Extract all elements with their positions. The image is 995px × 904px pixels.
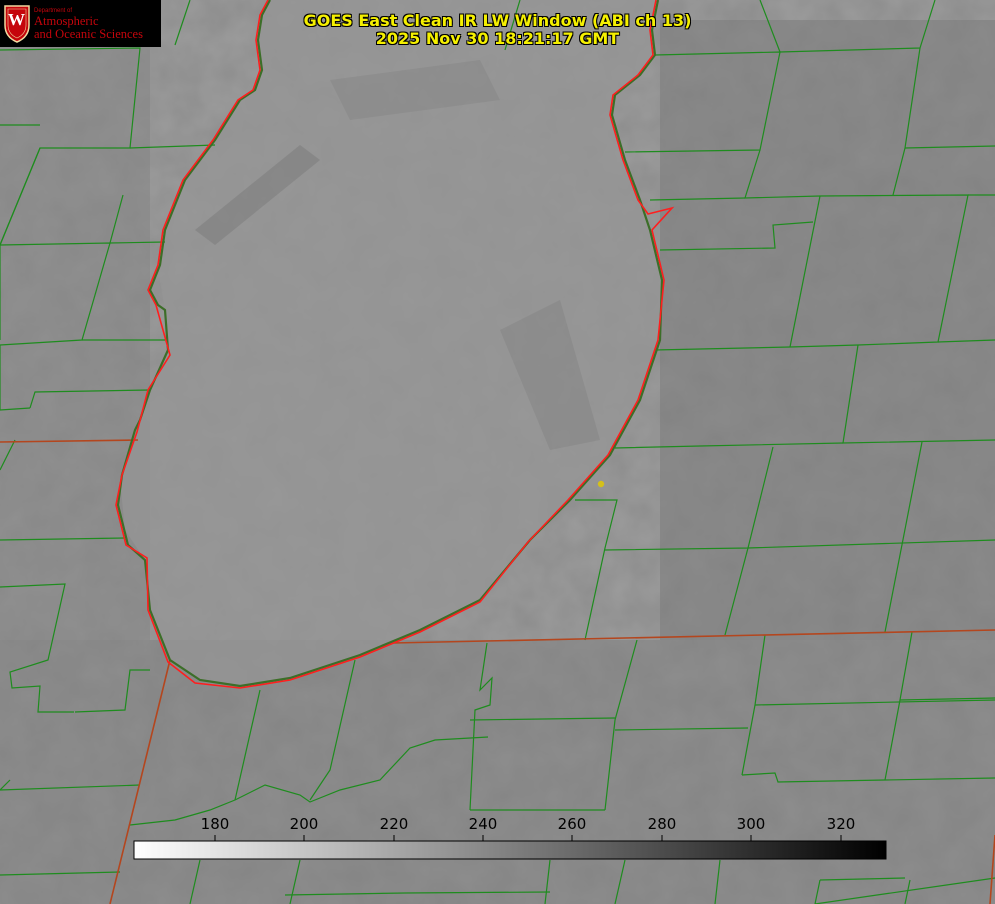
aos-logo: W Department of Atmospheric and Oceanic …	[0, 0, 161, 47]
colorbar-tick-label: 260	[557, 815, 587, 833]
uw-crest-letter: W	[8, 10, 25, 29]
colorbar-tick-label: 300	[736, 815, 766, 833]
location-dot-icon	[597, 480, 605, 488]
colorbar	[133, 840, 887, 860]
colorbar-tick-label: 240	[468, 815, 498, 833]
ir-land-east	[660, 20, 995, 640]
logo-line2: and Oceanic Sciences	[34, 27, 143, 41]
colorbar-tick-label: 200	[289, 815, 319, 833]
colorbar-tick-label: 280	[647, 815, 677, 833]
ir-land-south	[0, 640, 995, 904]
colorbar-tick-label: 220	[379, 815, 409, 833]
colorbar-tick-label: 320	[826, 815, 856, 833]
colorbar-tick-label: 180	[200, 815, 230, 833]
satellite-map	[0, 0, 995, 904]
